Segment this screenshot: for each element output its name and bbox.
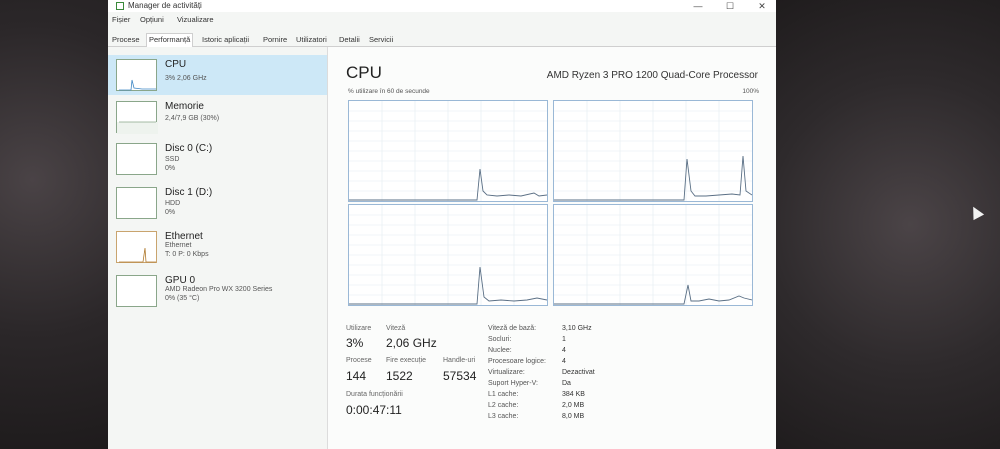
sidebar-item-type: SSD xyxy=(165,156,180,163)
sidebar-item-disk-1[interactable]: Disc 1 (D:) HDD 0% xyxy=(108,183,327,223)
menu-file[interactable]: Fișier xyxy=(112,15,130,24)
sidebar-item-memory[interactable]: Memorie 2,4/7,9 GB (30%) xyxy=(108,97,327,137)
sidebar-item-gpu[interactable]: GPU 0 AMD Radeon Pro WX 3200 Series 0% (… xyxy=(108,271,327,311)
tab-services[interactable]: Servicii xyxy=(367,34,395,45)
utilization-label: Utilizare xyxy=(346,325,372,332)
sidebar-item-label: Disc 0 (C:) xyxy=(165,143,213,154)
tab-bar: Procese Performanță Istoric aplicații Po… xyxy=(108,33,776,47)
sidebar-item-detail: 3% 2,06 GHz xyxy=(165,75,207,82)
l3-cache-label: L3 cache: xyxy=(488,413,519,420)
processes-label: Procese xyxy=(346,357,372,364)
menu-bar: Fișier Opțiuni Vizualizare xyxy=(108,13,776,25)
l2-cache-label: L2 cache: xyxy=(488,402,519,409)
sidebar-item-detail: 2,4/7,9 GB (30%) xyxy=(165,115,220,122)
base-speed-value: 3,10 GHz xyxy=(562,325,592,332)
handles-value: 57534 xyxy=(443,369,477,383)
sidebar-item-label: Ethernet xyxy=(165,231,203,242)
core-0-graph-svg xyxy=(349,101,548,201)
handles-label: Handle-uri xyxy=(443,357,476,364)
l1-cache-label: L1 cache: xyxy=(488,391,519,398)
tab-app-history[interactable]: Istoric aplicații xyxy=(200,34,251,45)
cpu-panel: CPU AMD Ryzen 3 PRO 1200 Quad-Core Proce… xyxy=(328,47,776,449)
sidebar-item-disk-0[interactable]: Disc 0 (C:) SSD 0% xyxy=(108,139,327,179)
desktop-background-right xyxy=(776,0,1000,449)
cpu-mini-graph xyxy=(116,59,157,91)
graph-max-label: 100% xyxy=(742,88,759,95)
tab-startup[interactable]: Pornire xyxy=(261,34,289,45)
sidebar-item-type: HDD xyxy=(165,200,181,207)
core-1-graph xyxy=(553,100,753,202)
window-title: Manager de activități xyxy=(128,1,202,10)
l3-cache-value: 8,0 MB xyxy=(562,413,585,420)
sidebar-item-label: GPU 0 xyxy=(165,275,196,286)
threads-label: Fire execuție xyxy=(386,357,427,364)
gpu-mini-graph xyxy=(116,275,157,307)
maximize-icon[interactable]: ☐ xyxy=(716,0,744,12)
sidebar-item-type: AMD Radeon Pro WX 3200 Series xyxy=(165,286,273,293)
sidebar-item-type: Ethernet xyxy=(165,242,192,249)
sidebar-item-label: Disc 1 (D:) xyxy=(165,187,213,198)
hyper-v-label: Suport Hyper-V: xyxy=(488,380,538,387)
menu-options[interactable]: Opțiuni xyxy=(140,15,164,24)
sidebar-item-detail: T: 0 P: 0 Kbps xyxy=(165,251,209,258)
base-speed-label: Viteză de bază: xyxy=(488,325,537,332)
sockets-value: 1 xyxy=(562,336,566,343)
processor-name: AMD Ryzen 3 PRO 1200 Quad-Core Processor xyxy=(546,70,758,81)
graph-caption: % utilizare în 60 de secunde xyxy=(348,88,430,95)
tab-performance[interactable]: Performanță xyxy=(146,33,194,47)
task-manager-icon xyxy=(116,2,124,10)
task-manager-window: Manager de activități — ☐ ✕ Fișier Opțiu… xyxy=(108,0,776,449)
tab-details[interactable]: Detalii xyxy=(337,34,362,45)
cores-label: Nuclee: xyxy=(488,347,512,354)
l2-cache-value: 2,0 MB xyxy=(562,402,585,409)
disk-0-mini-graph xyxy=(116,143,157,175)
sidebar-item-detail: 0% xyxy=(165,209,176,216)
virtualization-value: Dezactivat xyxy=(562,369,595,376)
hyper-v-value: Da xyxy=(562,380,571,387)
speed-label: Viteză xyxy=(386,325,406,332)
core-3-graph xyxy=(553,204,753,306)
desktop-background-left xyxy=(0,0,108,449)
cores-value: 4 xyxy=(562,347,566,354)
processes-value: 144 xyxy=(346,369,367,383)
close-icon[interactable]: ✕ xyxy=(748,0,776,12)
uptime-value: 0:00:47:11 xyxy=(346,403,402,417)
sidebar-item-label: Memorie xyxy=(165,101,204,112)
disk-1-mini-graph xyxy=(116,187,157,219)
minimize-icon[interactable]: — xyxy=(684,0,712,12)
sidebar-item-detail: 0% xyxy=(165,165,176,172)
uptime-label: Durata funcționării xyxy=(346,391,403,398)
logical-processors-value: 4 xyxy=(562,358,566,365)
core-2-graph-svg xyxy=(349,205,548,305)
l1-cache-value: 384 KB xyxy=(562,391,585,398)
utilization-value: 3% xyxy=(346,336,364,350)
sidebar-item-ethernet[interactable]: Ethernet Ethernet T: 0 P: 0 Kbps xyxy=(108,227,327,267)
logical-processors-label: Procesoare logice: xyxy=(488,358,546,365)
sockets-label: Socluri: xyxy=(488,336,512,343)
memory-mini-graph xyxy=(116,101,158,134)
core-2-graph xyxy=(348,204,548,306)
menu-view[interactable]: Vizualizare xyxy=(177,15,214,24)
page-title: CPU xyxy=(346,63,382,82)
virtualization-label: Virtualizare: xyxy=(488,369,525,376)
title-bar: Manager de activități — ☐ ✕ xyxy=(108,0,776,12)
core-3-graph-svg xyxy=(554,205,753,305)
sidebar-item-label: CPU xyxy=(165,59,187,70)
core-1-graph-svg xyxy=(554,101,753,201)
ethernet-mini-graph xyxy=(116,231,157,263)
performance-sidebar: CPU 3% 2,06 GHz Memorie 2,4/7,9 GB (30%)… xyxy=(108,47,328,449)
tab-processes[interactable]: Procese xyxy=(110,34,142,45)
speed-value: 2,06 GHz xyxy=(386,336,437,350)
core-0-graph xyxy=(348,100,548,202)
threads-value: 1522 xyxy=(386,369,413,383)
sidebar-item-cpu[interactable]: CPU 3% 2,06 GHz xyxy=(108,55,327,95)
tab-users[interactable]: Utilizatori xyxy=(294,34,329,45)
sidebar-item-detail: 0% (35 °C) xyxy=(165,295,200,302)
